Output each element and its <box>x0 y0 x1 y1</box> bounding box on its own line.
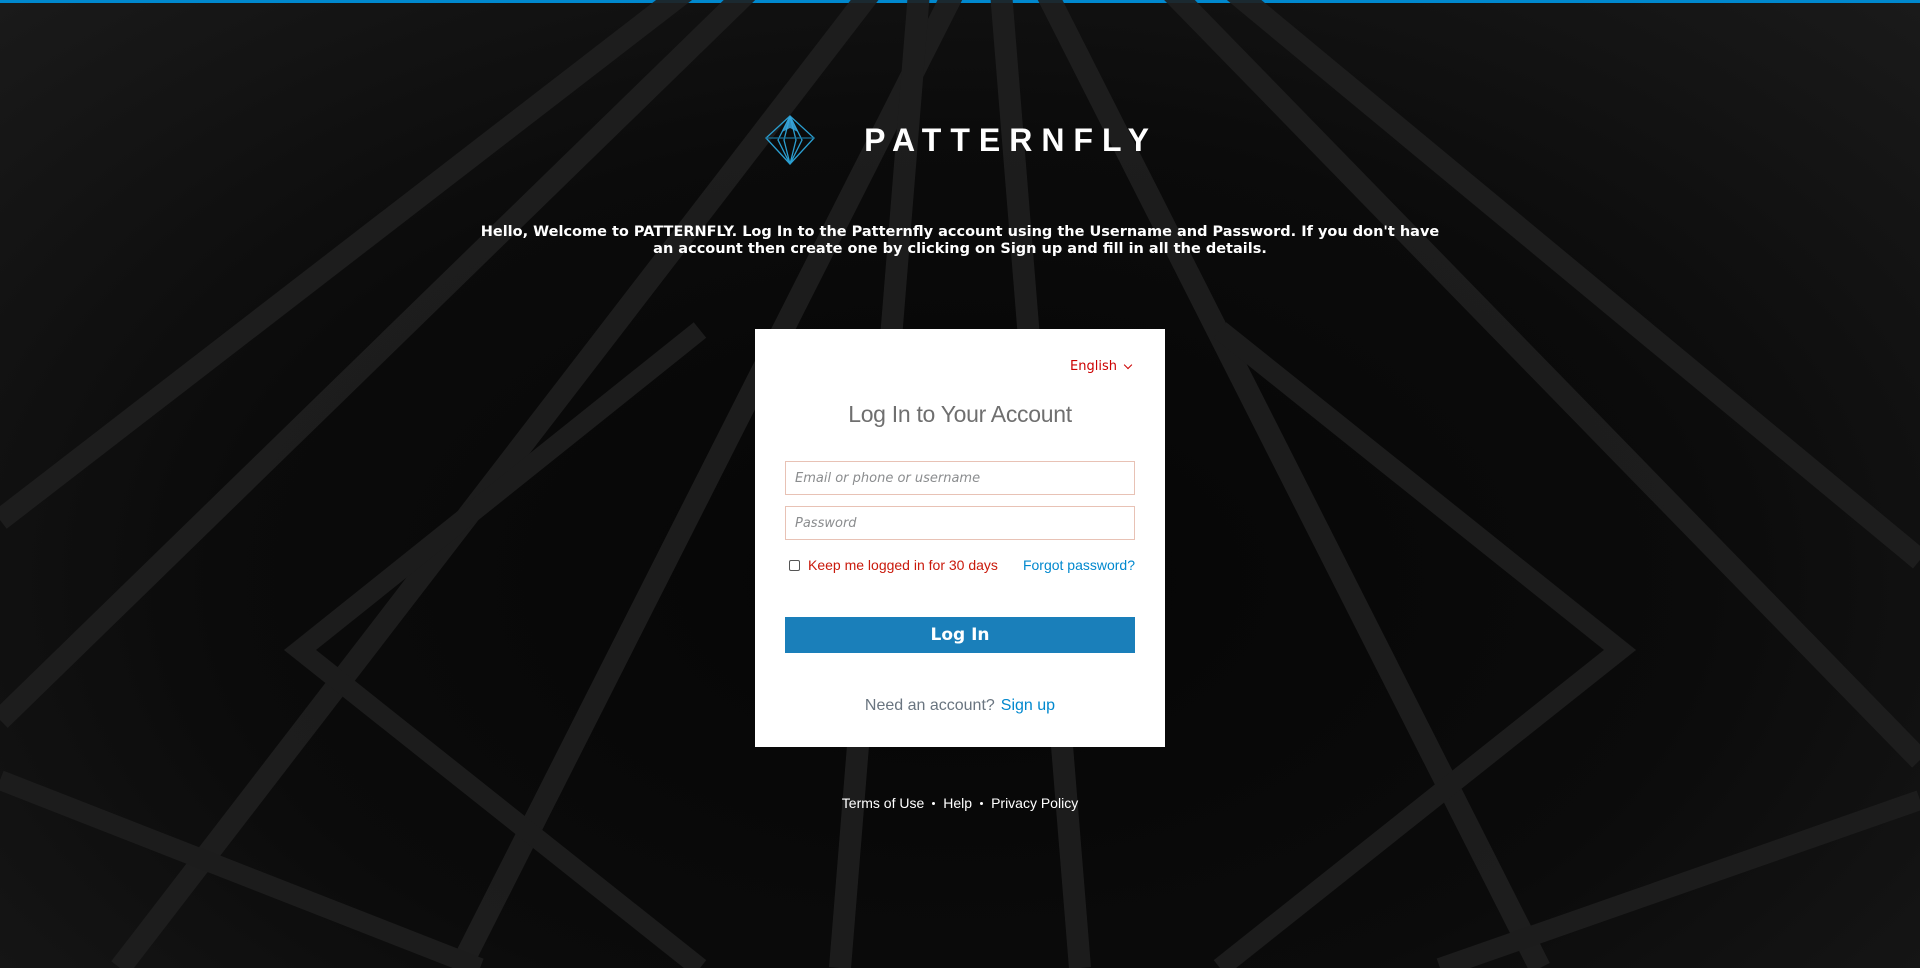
footer-separator <box>980 801 984 805</box>
privacy-policy-link[interactable]: Privacy Policy <box>991 795 1078 811</box>
terms-of-use-link[interactable]: Terms of Use <box>842 795 924 811</box>
footer-separator <box>932 801 936 805</box>
login-page: PATTERNFLY Hello, Welcome to PATTERNFLY.… <box>0 0 1920 968</box>
welcome-message: Hello, Welcome to PATTERNFLY. Log In to … <box>480 224 1440 257</box>
language-selector[interactable]: English <box>1070 359 1133 374</box>
username-input[interactable] <box>785 461 1135 495</box>
login-title: Log In to Your Account <box>848 401 1072 427</box>
password-input[interactable] <box>785 506 1135 540</box>
brand-header: PATTERNFLY <box>0 114 1920 166</box>
forgot-password-link[interactable]: Forgot password? <box>1023 557 1135 573</box>
chevron-down-icon <box>1123 360 1133 369</box>
remember-me-label[interactable]: Keep me logged in for 30 days <box>808 557 998 573</box>
footer-links: Terms of Use Help Privacy Policy <box>0 795 1920 811</box>
signup-link[interactable]: Sign up <box>1001 697 1055 715</box>
remember-me-checkbox[interactable] <box>789 559 800 571</box>
signup-row: Need an account? Sign up <box>755 697 1165 715</box>
brand-name: PATTERNFLY <box>864 121 1158 158</box>
signup-prompt: Need an account? <box>864 697 995 714</box>
login-card: English Log In to Your Account Keep me l… <box>755 329 1165 747</box>
login-button[interactable]: Log In <box>785 617 1135 653</box>
language-label: English <box>1070 359 1117 374</box>
remember-me: Keep me logged in for 30 days <box>789 557 998 573</box>
patternfly-logo-icon <box>765 115 815 165</box>
help-link[interactable]: Help <box>943 795 972 811</box>
